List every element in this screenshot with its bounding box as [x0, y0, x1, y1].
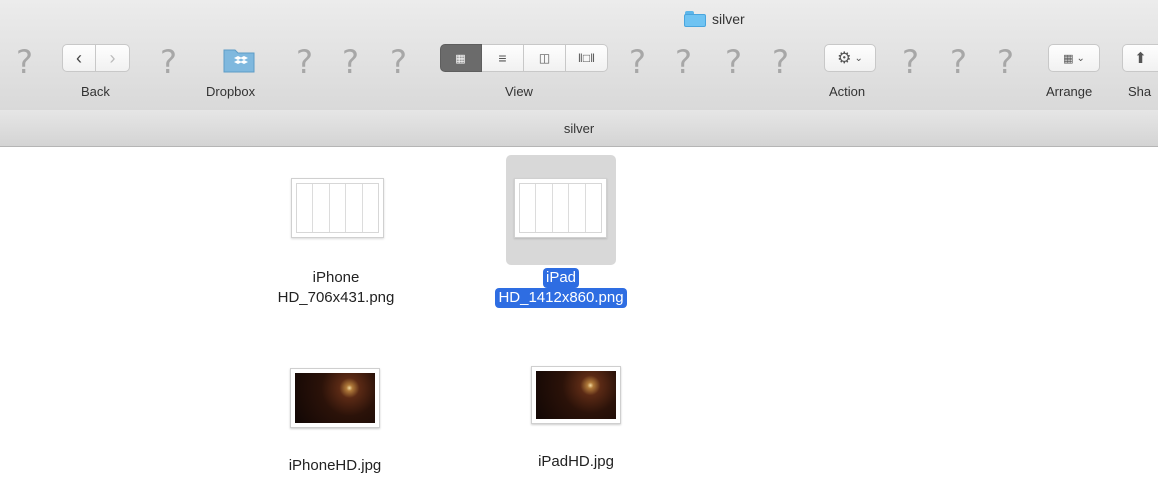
file-thumbnail[interactable] — [514, 178, 607, 238]
list-view-icon: ≡ — [498, 50, 507, 66]
cover-flow-button[interactable]: ‖□‖ — [566, 44, 608, 72]
file-label-line: iPhone — [312, 269, 360, 286]
icon-view-button[interactable]: ▦ — [440, 44, 482, 72]
back-forward-group: ‹ › — [62, 44, 130, 74]
dropbox-button[interactable] — [222, 44, 256, 74]
path-bar-text: silver — [563, 121, 595, 136]
file-thumbnail[interactable] — [291, 178, 384, 238]
file-label[interactable]: iPhoneHD.jpg — [235, 456, 435, 476]
share-group: ⬆ — [1122, 44, 1158, 74]
file-label-line: HD_706x431.png — [277, 289, 395, 306]
share-label: Sha — [1128, 84, 1152, 99]
icon-view-icon: ▦ — [455, 52, 467, 65]
action-label: Action — [829, 84, 866, 99]
chevron-left-icon: ‹ — [76, 47, 82, 68]
question-icon[interactable]: ? — [950, 44, 967, 80]
file-label[interactable]: iPhone HD_706x431.png — [236, 268, 436, 308]
dropbox-icon — [223, 49, 255, 73]
chevron-right-icon: › — [109, 47, 116, 68]
action-button[interactable]: ⚙ ⌄ — [824, 44, 876, 72]
chevron-down-icon: ⌄ — [1076, 52, 1085, 64]
view-segmented-control: ▦ ≡ ◫ ‖□‖ — [440, 44, 608, 74]
list-view-button[interactable]: ≡ — [482, 44, 524, 72]
question-icon[interactable]: ? — [997, 44, 1014, 80]
chevron-down-icon: ⌄ — [854, 52, 863, 64]
column-view-button[interactable]: ◫ — [524, 44, 566, 72]
question-icon[interactable]: ? — [296, 44, 313, 80]
file-label[interactable]: iPadHD.jpg — [476, 452, 676, 472]
question-icon[interactable]: ? — [902, 44, 919, 80]
arrange-button[interactable]: ▦ ⌄ — [1048, 44, 1100, 72]
file-label-line: iPhoneHD.jpg — [288, 457, 382, 474]
arrange-label: Arrange — [1046, 84, 1093, 99]
cover-flow-icon: ‖□‖ — [577, 51, 596, 65]
gear-icon: ⚙ — [837, 50, 852, 67]
window-title-text: silver — [712, 11, 745, 27]
question-icon[interactable]: ? — [390, 44, 407, 80]
file-label-line: iPad — [542, 268, 580, 288]
toolbar: silver ? ? ? ? ? ? ? ? ? ? ? ? ‹ › Back … — [0, 0, 1158, 111]
back-button[interactable]: ‹ — [62, 44, 96, 72]
share-button[interactable]: ⬆ — [1122, 44, 1158, 72]
forward-button[interactable]: › — [96, 44, 130, 72]
file-thumbnail[interactable] — [290, 368, 380, 428]
file-label-selected[interactable]: iPad HD_1412x860.png — [461, 268, 661, 308]
share-icon: ⬆ — [1134, 50, 1147, 67]
path-bar: silver — [0, 110, 1158, 147]
question-icon[interactable]: ? — [629, 44, 646, 80]
back-label: Back — [81, 84, 110, 99]
question-icon[interactable]: ? — [342, 44, 359, 80]
question-icon[interactable]: ? — [725, 44, 742, 80]
folder-icon — [684, 11, 706, 27]
question-icon[interactable]: ? — [16, 44, 33, 80]
file-label-line: HD_1412x860.png — [495, 288, 627, 308]
dropbox-label: Dropbox — [206, 84, 256, 99]
arrange-icon: ▦ — [1063, 52, 1074, 65]
question-icon[interactable]: ? — [160, 44, 177, 80]
column-view-icon: ◫ — [538, 51, 551, 65]
question-icon[interactable]: ? — [772, 44, 789, 80]
file-thumbnail[interactable] — [531, 366, 621, 424]
arrange-menu: ▦ ⌄ — [1048, 44, 1100, 74]
file-label-line: iPadHD.jpg — [538, 453, 614, 470]
view-label: View — [505, 84, 533, 99]
action-menu: ⚙ ⌄ — [824, 44, 876, 74]
question-icon[interactable]: ? — [675, 44, 692, 80]
window-title: silver — [684, 9, 745, 29]
